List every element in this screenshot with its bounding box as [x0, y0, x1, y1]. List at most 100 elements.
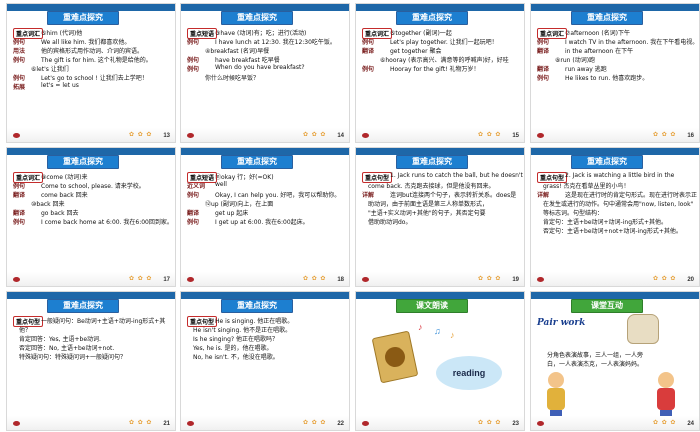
- slide-number: 19: [512, 277, 519, 283]
- flower-icon: ✿ ✿ ✿: [129, 132, 153, 138]
- content-line: No, he isn't. 不，他没在唱歌。: [193, 354, 279, 361]
- flower-icon: ✿ ✿ ✿: [129, 420, 153, 426]
- slide-number: 24: [687, 421, 694, 427]
- content-line: When do you have breakfast?: [215, 64, 305, 71]
- content-line: get together 聚会: [390, 48, 442, 55]
- slide-thumbnail[interactable]: 重难点探究 重点句型 1. Jack runs to catch the ball,…: [355, 147, 525, 287]
- slide-number: 16: [687, 133, 694, 139]
- content-line: Let's go to school ! 让我们去上学吧！: [41, 75, 148, 82]
- slide-number: 20: [687, 277, 694, 283]
- slide-number: 17: [163, 277, 170, 283]
- slide-title: 重难点探究: [221, 11, 293, 25]
- content-line: ⑧run (动词)跑: [555, 57, 596, 64]
- slide-title: 重难点探究: [47, 155, 119, 169]
- slide-thumbnail[interactable]: 重难点探究 重点词汇 ⑤him (代词)他 例句 We all like him. 我们…: [6, 3, 176, 143]
- content-line: I get up at 6:00. 我在6:00起床。: [215, 219, 309, 226]
- flower-icon: ✿ ✿ ✿: [303, 420, 327, 426]
- content-line: 分角色表演故事，三人一组，一人旁: [547, 352, 644, 359]
- row-label: 用法: [13, 48, 26, 55]
- ladybug-icon: [13, 277, 20, 282]
- content-line: I have lunch at 12:30. 我在12:30吃午饭。: [215, 39, 336, 46]
- slide-thumbnail[interactable]: 重难点探究 重点词汇 ⑦afternoon (名词)下午 例句 I watch TV i…: [530, 3, 700, 143]
- ladybug-icon: [537, 421, 544, 426]
- slide-number: 18: [337, 277, 344, 283]
- slide-thumbnail[interactable]: 重难点探究 重点句型 He is singing. 他正在唱歌。 He isn't s…: [180, 291, 350, 431]
- row-label: 例句: [362, 39, 375, 46]
- slide-header-bar: [181, 292, 349, 299]
- content-line: The gift is for him. 这个礼物是给他的。: [41, 57, 152, 64]
- content-line: Is he singing? 他正在唱歌吗？: [193, 336, 278, 343]
- speaker-cone: [383, 345, 407, 369]
- row-label: 例句: [537, 75, 550, 82]
- reading-bubble: reading: [436, 356, 502, 390]
- slide-thumbnail[interactable]: 重难点探究 重点短语 ⑪okay 行；好(=OK) 近义词 well 例句 Okay, I …: [180, 147, 350, 287]
- content-line: ⑦afternoon (名词)下午: [565, 30, 631, 37]
- row-label: 翻译: [537, 66, 550, 73]
- content-line: come back 回来: [41, 192, 88, 199]
- slide-header-bar: [7, 4, 175, 11]
- content-line: ⑨come (动词)来: [41, 174, 88, 181]
- ladybug-icon: [537, 133, 544, 138]
- row-label: 例句: [13, 219, 26, 226]
- flower-icon: ✿ ✿ ✿: [653, 276, 677, 282]
- row-label: 例句: [13, 183, 26, 190]
- slide-thumbnail[interactable]: 重难点探究 重点短语 ③have (动词)有；吃；进行(活动) 例句 I have lu…: [180, 3, 350, 143]
- kid-body: [657, 388, 675, 410]
- row-label: 详解: [537, 192, 550, 199]
- kid-head: [548, 372, 564, 388]
- content-line: 借助助动词do。: [368, 219, 412, 226]
- ladybug-icon: [13, 133, 20, 138]
- row-label: 例句: [187, 57, 200, 64]
- slide-number: 13: [163, 133, 170, 139]
- slide-header-bar: [181, 148, 349, 155]
- ladybug-icon: [13, 421, 20, 426]
- row-label: 例句: [187, 66, 200, 73]
- content-line: in the afternoon 在下午: [565, 48, 634, 55]
- content-line: ④breakfast (名词)早餐: [205, 48, 270, 55]
- slide-thumbnail[interactable]: 重难点探究 重点词汇 ⑤together (副词)一起 例句 Let's play to…: [355, 3, 525, 143]
- row-label: 近义词: [187, 183, 206, 190]
- content-line: 他的宾格形式用作动词、介词的宾语。: [41, 48, 144, 55]
- content-line: come back. 杰克跑去接球，但是他没有回来。: [368, 183, 495, 190]
- content-line: 肯定回答：Yes, 主语+be动词.: [19, 336, 101, 343]
- content-line: "主语+实义动词+其他"的句子，其否定句要: [368, 210, 486, 217]
- row-label: 翻译: [537, 48, 550, 55]
- slide-thumbnail[interactable]: 课文朗读 ♪ ♫ ♪ reading ✿ ✿ ✿ 23: [355, 291, 525, 431]
- content-line: let's = let us: [41, 82, 79, 89]
- content-line: 在发生或进行的动作。句中通常会用"now, listen, look": [543, 201, 694, 208]
- row-label: 翻译: [187, 210, 200, 217]
- row-label: 翻译: [362, 48, 375, 55]
- content-line: ⑥hooray (表示高兴、满意等的呼喊声)好，好哇: [380, 57, 509, 64]
- content-line: grass! 杰克在看草丛里的小鸟！: [543, 183, 630, 190]
- row-label: 例句: [537, 39, 550, 46]
- content-line: 否定回答：No, 主语+be动词+not.: [19, 345, 115, 352]
- slide-title: 重难点探究: [221, 155, 293, 169]
- row-label: 例句: [362, 66, 375, 73]
- boy-illustration: [655, 372, 677, 422]
- content-line: 连词but连接两个句子，表示转折关系。does是: [390, 192, 517, 199]
- kid-head: [658, 372, 674, 388]
- slide-number: 23: [512, 421, 519, 427]
- slide-header-bar: [356, 292, 524, 299]
- content-line: ⑪okay 行；好(=OK): [215, 174, 274, 181]
- ladybug-icon: [187, 277, 194, 282]
- slide-number: 15: [512, 133, 519, 139]
- slide-number: 21: [163, 421, 170, 427]
- slide-thumbnail[interactable]: 重难点探究 重点句型 2. Jack is watching a little bi…: [530, 147, 700, 287]
- content-line: Okay, I can help you. 好吧，我可以帮助你。: [215, 192, 341, 199]
- content-line: have breakfast 吃早餐: [215, 57, 280, 64]
- slide-thumbnail[interactable]: 重难点探究 重点词汇 ⑨come (动词)来 例句 Come to school, pl…: [6, 147, 176, 287]
- content-line: go back 回去: [41, 210, 79, 217]
- content-line: run away 逃跑: [565, 66, 607, 73]
- slide-header-bar: [531, 148, 699, 155]
- slide-thumbnail[interactable]: 重难点探究 重点句型 一般疑问句：Be动词+主语+动词-ing形式+其 他？ 肯定回答：…: [6, 291, 176, 431]
- content-line: 他？: [19, 327, 32, 334]
- row-label: 例句: [13, 75, 26, 82]
- content-line: Yes, he is. 是的，他在唱歌。: [193, 345, 273, 352]
- content-line: I come back home at 6:00. 我在6:00回到家。: [41, 219, 173, 226]
- slide-title: 重难点探究: [396, 155, 468, 169]
- slide-thumbnail[interactable]: 课堂互动 分角色表演故事，三人一组，一人旁 白，一人表演杰克，一人表演妈妈。 Pair…: [530, 291, 700, 431]
- slide-header-bar: [531, 292, 699, 299]
- kid-body: [547, 388, 565, 410]
- content-line: I watch TV in the afternoon. 我在下午看电视。: [565, 39, 699, 46]
